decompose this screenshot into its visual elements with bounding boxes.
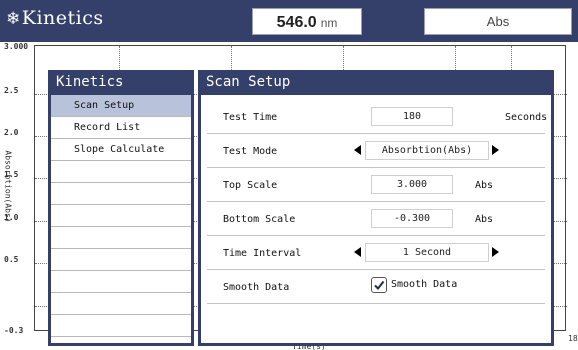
test-mode-next-arrow-icon[interactable] [492, 145, 499, 155]
menu-item-empty [51, 293, 191, 315]
smooth-data-label: Smooth Data [223, 282, 290, 293]
bottom-scale-label: Bottom Scale [223, 214, 296, 225]
time-interval-row: Time Interval 1 Second [207, 236, 545, 270]
test-mode-label: Test Mode [223, 146, 278, 157]
top-scale-label: Top Scale [223, 180, 278, 191]
y-tick-label: -0.3 [4, 326, 24, 335]
menu-item-empty [51, 161, 191, 183]
setup-panel-title: Scan Setup [201, 70, 551, 95]
top-scale-row: Top Scale 3.000 Abs [207, 168, 545, 202]
test-mode-prev-arrow-icon[interactable] [354, 145, 361, 155]
time-interval-prev-arrow-icon[interactable] [354, 247, 361, 257]
y-tick-label: 2.5 [4, 86, 19, 95]
test-time-label: Test Time [223, 112, 278, 123]
wavelength-display[interactable]: 546.0 nm [252, 8, 362, 35]
test-mode-row: Test Mode Absorbtion(Abs) [207, 134, 545, 168]
test-time-unit: Seconds [505, 112, 548, 123]
bottom-scale-input[interactable]: -0.300 [371, 209, 453, 228]
test-mode-select[interactable]: Absorbtion(Abs) [365, 141, 489, 160]
y-tick-label: 0.5 [4, 255, 19, 264]
header-bar: ❄Kinetics 546.0 nm Abs [0, 0, 578, 42]
time-interval-next-arrow-icon[interactable] [492, 247, 499, 257]
menu-item-empty [51, 271, 191, 293]
snowflake-icon: ❄ [6, 9, 21, 29]
bottom-scale-row: Bottom Scale -0.300 Abs [207, 202, 545, 236]
kinetics-menu-panel: Kinetics Scan Setup Record List Slope Ca… [48, 70, 194, 346]
time-interval-select[interactable]: 1 Second [365, 243, 489, 262]
smooth-data-checkbox-label[interactable]: Smooth Data [391, 279, 457, 290]
checkmark-icon [374, 280, 385, 291]
app-title-text: Kinetics [21, 7, 104, 29]
time-interval-label: Time Interval [223, 248, 302, 259]
menu-panel-title: Kinetics [51, 70, 191, 95]
scan-setup-panel: Scan Setup Test Time 180 Seconds Test Mo… [198, 70, 554, 346]
absorbance-display: Abs [424, 8, 572, 35]
y-tick-label: 2.0 [4, 128, 19, 137]
menu-item-record-list[interactable]: Record List [51, 117, 191, 139]
y-axis-label: Absorbtion(Abs) [3, 150, 13, 223]
smooth-data-checkbox[interactable] [371, 277, 387, 293]
top-scale-unit: Abs [475, 180, 494, 191]
absorbance-mode-label: Abs [486, 14, 510, 29]
wavelength-value: 546.0 [276, 14, 317, 31]
menu-item-empty [51, 183, 191, 205]
y-tick-label: 3.000 [4, 42, 29, 51]
empty-row [207, 304, 545, 338]
test-time-input[interactable]: 180 [371, 107, 453, 126]
test-time-row: Test Time 180 Seconds [207, 100, 548, 134]
smooth-data-row: Smooth Data Smooth Data [207, 270, 545, 304]
x-axis-max-label: 180 [568, 334, 578, 343]
menu-item-empty [51, 205, 191, 227]
menu-item-empty [51, 249, 191, 271]
menu-item-slope-calculate[interactable]: Slope Calculate [51, 139, 191, 161]
menu-list: Scan Setup Record List Slope Calculate [51, 95, 191, 337]
menu-item-scan-setup[interactable]: Scan Setup [51, 95, 191, 117]
top-scale-input[interactable]: 3.000 [371, 175, 453, 194]
bottom-scale-unit: Abs [475, 214, 494, 225]
menu-item-empty [51, 315, 191, 337]
app-title: ❄Kinetics [6, 7, 104, 29]
wavelength-unit: nm [320, 16, 338, 30]
menu-item-empty [51, 227, 191, 249]
